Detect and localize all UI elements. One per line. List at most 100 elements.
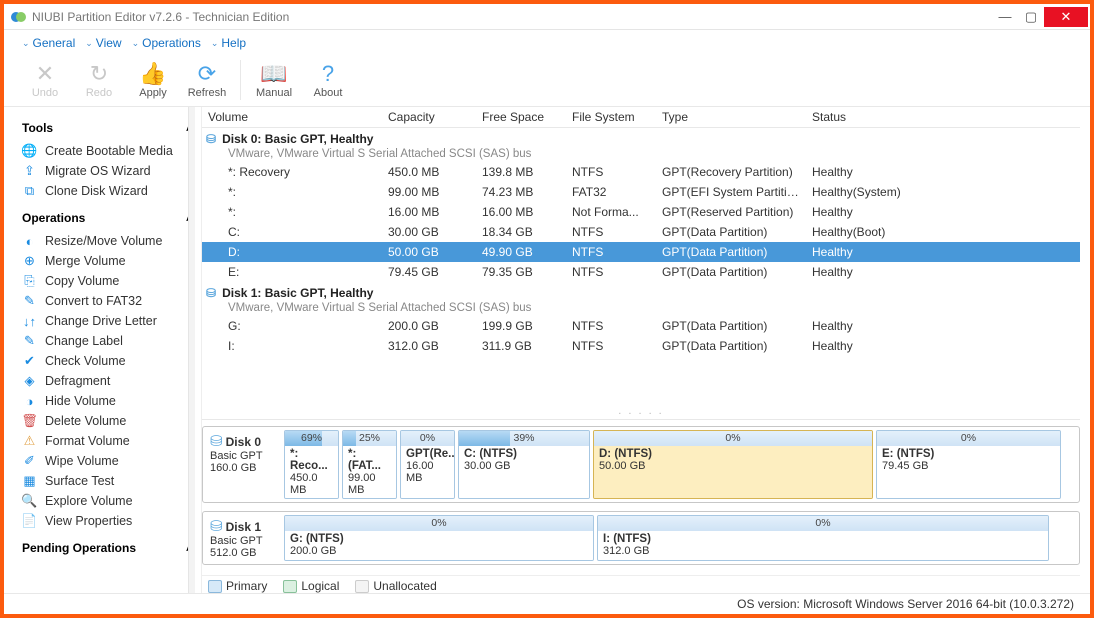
minimize-button[interactable]: — <box>992 7 1018 27</box>
sidebar-icon: 🔍 <box>22 494 37 509</box>
tool-clone-disk-wizard[interactable]: ⧉Clone Disk Wizard <box>22 181 193 201</box>
volume-row[interactable]: *:99.00 MB74.23 MBFAT32GPT(EFI System Pa… <box>202 182 1080 202</box>
disk-header[interactable]: ⛁Disk 0: Basic GPT, Healthy <box>202 130 1080 148</box>
op-delete-volume[interactable]: 🗑Delete Volume <box>22 411 193 431</box>
chevron-down-icon: ⌄ <box>132 38 140 49</box>
chevron-down-icon: ⌄ <box>85 38 93 49</box>
legend-primary-icon <box>208 580 222 593</box>
menubar: ⌄General ⌄View ⌄Operations ⌄Help <box>4 30 1090 56</box>
partition[interactable]: 0%D: (NTFS)50.00 GB <box>593 430 873 499</box>
volume-row[interactable]: *:16.00 MB16.00 MBNot Forma...GPT(Reserv… <box>202 202 1080 222</box>
disk-icon: ⛁ <box>206 132 216 146</box>
legend: Primary Logical Unallocated <box>202 575 1080 593</box>
chevron-up-icon: ˄ <box>186 541 193 555</box>
table-header: VolumeCapacityFree SpaceFile SystemTypeS… <box>202 107 1080 128</box>
menu-help[interactable]: ⌄Help <box>211 36 246 50</box>
disk-info: ⛁ Disk 1Basic GPT512.0 GB <box>206 515 280 561</box>
volume-row[interactable]: I:312.0 GB311.9 GBNTFSGPT(Data Partition… <box>202 336 1080 356</box>
op-explore-volume[interactable]: 🔍Explore Volume <box>22 491 193 511</box>
col-type[interactable]: Type <box>656 107 806 127</box>
chevron-down-icon: ⌄ <box>211 38 219 49</box>
op-check-volume[interactable]: ✔Check Volume <box>22 351 193 371</box>
col-capacity[interactable]: Capacity <box>382 107 476 127</box>
op-defragment[interactable]: ◈Defragment <box>22 371 193 391</box>
menu-general[interactable]: ⌄General <box>22 36 75 50</box>
col-volume[interactable]: Volume <box>202 107 382 127</box>
tool-manual[interactable]: 📖Manual <box>251 61 297 99</box>
op-convert-to-fat32[interactable]: ✎Convert to FAT32 <box>22 291 193 311</box>
sidebar-icon: 📄 <box>22 514 37 529</box>
volume-row[interactable]: C:30.00 GB18.34 GBNTFSGPT(Data Partition… <box>202 222 1080 242</box>
refresh-icon: ⟳ <box>198 61 216 87</box>
op-merge-volume[interactable]: ⊕Merge Volume <box>22 251 193 271</box>
partition[interactable]: 0%I: (NTFS)312.0 GB <box>597 515 1049 561</box>
sidebar-icon: 🌐 <box>22 144 37 159</box>
op-view-properties[interactable]: 📄View Properties <box>22 511 193 531</box>
tool-create-bootable-media[interactable]: 🌐Create Bootable Media <box>22 141 193 161</box>
chevron-up-icon: ˄ <box>186 121 193 135</box>
disk-subtext: VMware, VMware Virtual S Serial Attached… <box>202 148 1080 162</box>
tools-header[interactable]: Tools ˄ <box>22 121 193 135</box>
volume-row[interactable]: E:79.45 GB79.35 GBNTFSGPT(Data Partition… <box>202 262 1080 282</box>
sidebar-icon: ↓↑ <box>22 314 37 329</box>
sidebar-icon: ✎ <box>22 334 37 349</box>
undo-icon: ✕ <box>36 61 54 87</box>
col-status[interactable]: Status <box>806 107 916 127</box>
volume-row[interactable]: G:200.0 GB199.9 GBNTFSGPT(Data Partition… <box>202 316 1080 336</box>
col-file-system[interactable]: File System <box>566 107 656 127</box>
table-body: ⛁Disk 0: Basic GPT, HealthyVMware, VMwar… <box>202 128 1080 376</box>
tool-migrate-os-wizard[interactable]: ⇪Migrate OS Wizard <box>22 161 193 181</box>
sidebar-icon: ▦ <box>22 474 37 489</box>
close-button[interactable]: ✕ <box>1044 7 1088 27</box>
sidebar-icon: ✎ <box>22 294 37 309</box>
sidebar-icon: ◑ <box>22 394 37 409</box>
menu-operations[interactable]: ⌄Operations <box>132 36 201 50</box>
sidebar-icon: ✐ <box>22 454 37 469</box>
titlebar: NIUBI Partition Editor v7.2.6 - Technici… <box>4 4 1090 30</box>
sidebar-icon: ⧉ <box>22 184 37 199</box>
op-copy-volume[interactable]: ⎘Copy Volume <box>22 271 193 291</box>
disk-maps: ⛁ Disk 0Basic GPT160.0 GB69%*: Reco...45… <box>202 419 1080 573</box>
sidebar-icon: ⚠ <box>22 434 37 449</box>
chevron-down-icon: ⌄ <box>22 38 30 49</box>
op-surface-test[interactable]: ▦Surface Test <box>22 471 193 491</box>
partition[interactable]: 39%C: (NTFS)30.00 GB <box>458 430 590 499</box>
tool-undo: ✕Undo <box>22 61 68 99</box>
partition[interactable]: 0%E: (NTFS)79.45 GB <box>876 430 1061 499</box>
app-icon <box>10 9 26 25</box>
col-free-space[interactable]: Free Space <box>476 107 566 127</box>
os-version-label: OS version: Microsoft Windows Server 201… <box>737 597 1074 611</box>
splitter-handle[interactable]: . . . . . <box>202 403 1080 419</box>
volume-row[interactable]: *: Recovery450.0 MB139.8 MBNTFSGPT(Recov… <box>202 162 1080 182</box>
op-hide-volume[interactable]: ◑Hide Volume <box>22 391 193 411</box>
chevron-up-icon: ˄ <box>186 211 193 225</box>
op-change-drive-letter[interactable]: ↓↑Change Drive Letter <box>22 311 193 331</box>
disk-subtext: VMware, VMware Virtual S Serial Attached… <box>202 302 1080 316</box>
op-change-label[interactable]: ✎Change Label <box>22 331 193 351</box>
sidebar-icon: ⎘ <box>22 274 37 289</box>
partition[interactable]: 0%GPT(Re...16.00 MB <box>400 430 455 499</box>
maximize-button[interactable]: ▢ <box>1018 7 1044 27</box>
op-wipe-volume[interactable]: ✐Wipe Volume <box>22 451 193 471</box>
menu-view[interactable]: ⌄View <box>85 36 121 50</box>
partition[interactable]: 25%*: (FAT...99.00 MB <box>342 430 397 499</box>
sidebar-icon: ◈ <box>22 374 37 389</box>
partition[interactable]: 69%*: Reco...450.0 MB <box>284 430 339 499</box>
sidebar-icon: ⇪ <box>22 164 37 179</box>
apply-icon: 👍 <box>139 61 166 87</box>
about-icon: ? <box>322 61 334 87</box>
op-resize-move-volume[interactable]: ◐Resize/Move Volume <box>22 231 193 251</box>
partition[interactable]: 0%G: (NTFS)200.0 GB <box>284 515 594 561</box>
disk-header[interactable]: ⛁Disk 1: Basic GPT, Healthy <box>202 284 1080 302</box>
tool-about[interactable]: ?About <box>305 61 351 99</box>
disk-map: ⛁ Disk 0Basic GPT160.0 GB69%*: Reco...45… <box>202 426 1080 503</box>
tool-apply[interactable]: 👍Apply <box>130 61 176 99</box>
tool-refresh[interactable]: ⟳Refresh <box>184 61 230 99</box>
redo-icon: ↻ <box>90 61 108 87</box>
operations-header[interactable]: Operations ˄ <box>22 211 193 225</box>
pending-header[interactable]: Pending Operations ˄ <box>22 541 193 555</box>
toolbar: ✕Undo↻Redo👍Apply⟳Refresh📖Manual?About <box>4 56 1090 107</box>
volume-row[interactable]: D:50.00 GB49.90 GBNTFSGPT(Data Partition… <box>202 242 1080 262</box>
disk-icon: ⛁ <box>206 286 216 300</box>
op-format-volume[interactable]: ⚠Format Volume <box>22 431 193 451</box>
